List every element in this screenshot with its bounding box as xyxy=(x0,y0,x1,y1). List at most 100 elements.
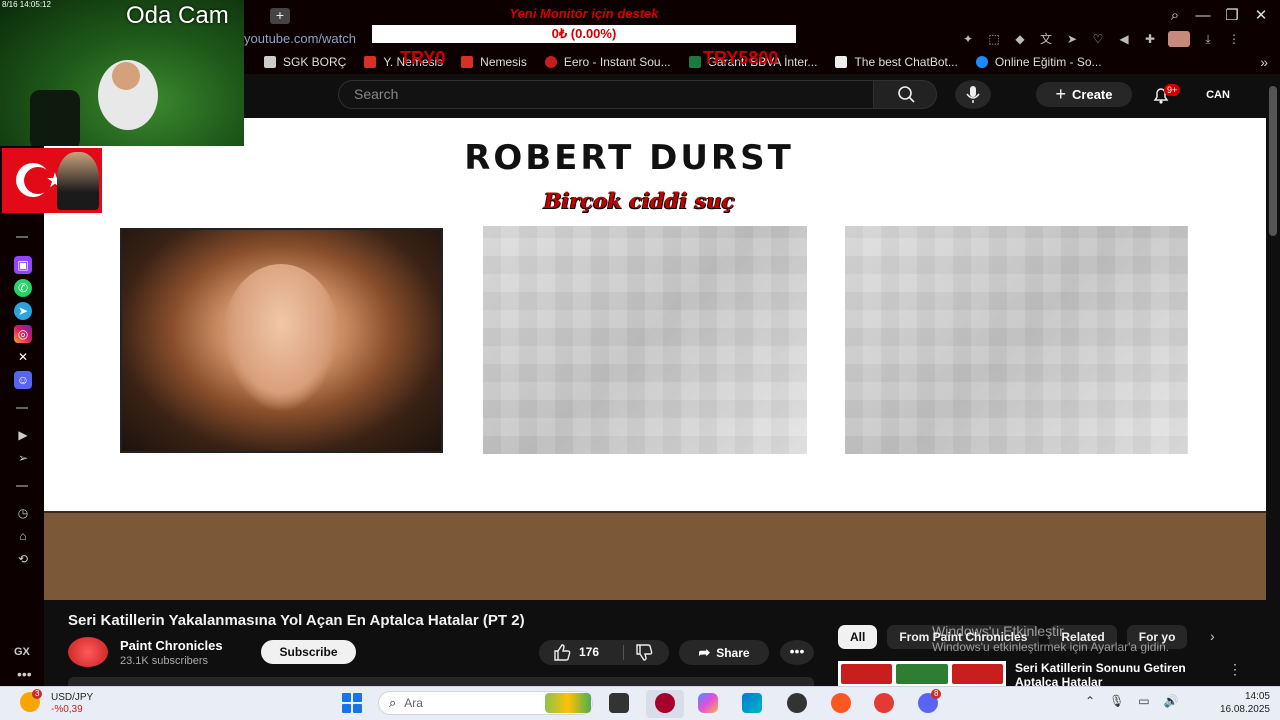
gmail-icon xyxy=(364,56,377,68)
whatsapp-icon[interactable]: ✆ xyxy=(14,279,32,297)
extensions-icon[interactable]: ⟲ xyxy=(14,550,32,568)
screenshot-icon[interactable]: ⬚ xyxy=(986,31,1002,47)
volume-icon[interactable]: 🔊 xyxy=(1164,694,1179,708)
more-actions-button[interactable]: ••• xyxy=(780,640,814,665)
extension-toolbar: ✦ ⬚ ◆ 文 ➤ ♡ ◀ ✚ ⤓ ⋮ xyxy=(960,31,1242,49)
download-icon[interactable]: ⤓ xyxy=(1200,31,1216,47)
sidebar-more-icon[interactable]: ••• xyxy=(17,666,32,682)
chatgpt-icon[interactable] xyxy=(787,693,807,713)
send-icon[interactable]: ➢ xyxy=(14,449,32,467)
edge-icon[interactable] xyxy=(742,693,762,713)
minimize-icon[interactable]: — xyxy=(1192,6,1214,26)
bookmark-item[interactable]: Online Eğitim - So... xyxy=(975,55,1102,69)
player-icon[interactable]: ▶ xyxy=(14,426,32,444)
thumbs-up-icon[interactable] xyxy=(547,640,577,665)
task-view-icon[interactable] xyxy=(609,693,629,713)
bookmark-item[interactable]: The best ChatBot... xyxy=(835,55,958,69)
wardrobe-icon[interactable]: ⌂ xyxy=(14,527,32,545)
share-icon: ➦ xyxy=(698,644,711,660)
video-title: Seri Katillerin Yakalanmasına Yol Açan E… xyxy=(68,612,525,629)
bookmark-item[interactable]: Eero - Instant Sou... xyxy=(544,55,671,69)
send-icon[interactable]: ➤ xyxy=(1064,31,1080,47)
puzzle-icon[interactable]: ✚ xyxy=(1142,31,1158,47)
windows-activation-watermark-text: Windows'u etkinleştirmek için Ayarlar'a … xyxy=(932,640,1170,654)
profile-avatar-icon[interactable] xyxy=(1168,31,1190,47)
blurred-photo xyxy=(483,226,807,454)
blurred-photo xyxy=(845,226,1188,454)
related-video-thumbnail[interactable] xyxy=(838,661,1006,687)
search-button[interactable] xyxy=(873,80,937,109)
thumbnail-panel xyxy=(841,664,893,684)
x-twitter-icon[interactable]: ✕ xyxy=(14,348,32,366)
thumbnail-panel xyxy=(951,664,1003,684)
search-icon xyxy=(898,86,915,103)
microphone-icon xyxy=(966,86,980,103)
discord-icon[interactable]: ☺ xyxy=(14,371,32,389)
donation-progress-bar: 0₺ (0.00%) xyxy=(372,25,796,43)
microphone-icon[interactable]: 🎙 xyxy=(1109,694,1124,708)
media-icon[interactable]: ◀ xyxy=(1116,31,1132,47)
globe-icon xyxy=(975,56,988,68)
telegram-icon[interactable]: ➤ xyxy=(14,302,32,320)
scrollbar-thumb[interactable] xyxy=(1269,86,1277,236)
account-avatar[interactable]: CAN xyxy=(1203,85,1233,105)
windows-activation-watermark-title: Windows'u Etkinleştir xyxy=(932,623,1064,639)
network-icon[interactable]: ▭ xyxy=(1138,694,1149,708)
system-tray: ⌃ 🎙 ▭ 🔊 xyxy=(1085,694,1179,708)
donation-goal-title: Yeni Monitör için destek xyxy=(509,6,659,21)
extension-icon[interactable]: ✦ xyxy=(960,31,976,47)
ticker-label[interactable]: USD/JPY xyxy=(51,692,93,703)
close-icon[interactable]: ✕ xyxy=(1250,6,1272,26)
heart-icon[interactable]: ♡ xyxy=(1090,31,1106,47)
youtube-search-input[interactable]: Search xyxy=(338,80,874,109)
flag-portrait xyxy=(57,152,99,210)
chevron-right-icon[interactable]: › xyxy=(1210,628,1215,644)
app-icon[interactable] xyxy=(831,693,851,713)
channel-avatar[interactable] xyxy=(68,637,108,667)
gx-logo[interactable]: GX xyxy=(14,646,30,658)
shield-icon[interactable]: ◆ xyxy=(1012,31,1028,47)
browser-search-icon[interactable]: ⌕ xyxy=(1164,6,1186,26)
history-icon[interactable]: ◷ xyxy=(14,504,32,522)
share-button[interactable]: ➦ Share xyxy=(679,640,769,665)
search-highlight-icon[interactable] xyxy=(545,693,591,713)
like-divider xyxy=(623,645,624,660)
voice-search-button[interactable] xyxy=(955,80,991,109)
like-count[interactable]: 176 xyxy=(579,645,599,659)
sidebar-divider xyxy=(16,485,28,487)
subscribe-button[interactable]: Subscribe xyxy=(261,640,356,664)
chip-all[interactable]: All xyxy=(838,625,878,649)
bookmark-item[interactable]: Nemesis xyxy=(461,55,527,69)
search-icon: ⌕ xyxy=(389,695,397,710)
related-video-menu-icon[interactable]: ⋮ xyxy=(1228,661,1242,678)
restore-icon[interactable]: ❐ xyxy=(1221,6,1243,26)
webcam-chair xyxy=(30,90,80,146)
bookmarks-overflow-icon[interactable]: » xyxy=(1260,54,1268,70)
bookmark-item[interactable]: SGK BORÇ xyxy=(264,55,346,69)
chatbot-icon xyxy=(835,56,848,68)
translate-icon[interactable]: 文 xyxy=(1038,31,1054,47)
garanti-icon xyxy=(688,56,701,68)
media-player-icon[interactable] xyxy=(874,693,894,713)
webcam-timestamp: 8/16 14:05:12 xyxy=(2,0,51,9)
subscriber-count: 23.1K subscribers xyxy=(120,655,209,667)
channel-name[interactable]: Paint Chronicles xyxy=(120,638,223,653)
new-tab-button[interactable]: + xyxy=(270,8,290,24)
address-bar-url[interactable]: youtube.com/watch xyxy=(244,31,356,46)
windows-start-icon[interactable] xyxy=(342,693,362,713)
chevron-up-icon[interactable]: ⌃ xyxy=(1085,694,1095,708)
copilot-icon[interactable] xyxy=(698,693,718,713)
browser-menu-icon[interactable]: ⋮ xyxy=(1226,31,1242,47)
create-button[interactable]: + Create xyxy=(1036,82,1132,107)
notification-count-badge: 9+ xyxy=(1164,84,1181,96)
webcam-person-head xyxy=(112,62,140,90)
thumbs-down-icon[interactable] xyxy=(629,640,659,665)
taskbar-clock[interactable]: 14:05 16.08.2025 xyxy=(1214,690,1270,716)
twitch-icon[interactable]: ▣ xyxy=(14,256,32,274)
related-video-title[interactable]: Seri Katillerin Sonunu Getiren Aptalca H… xyxy=(1015,661,1215,689)
ticker-value: -%0,39 xyxy=(51,704,83,715)
opera-gx-icon[interactable] xyxy=(655,693,675,713)
clock-time: 14:05 xyxy=(1244,691,1270,702)
gmail-icon xyxy=(461,56,474,68)
instagram-icon[interactable]: ◎ xyxy=(14,325,32,343)
